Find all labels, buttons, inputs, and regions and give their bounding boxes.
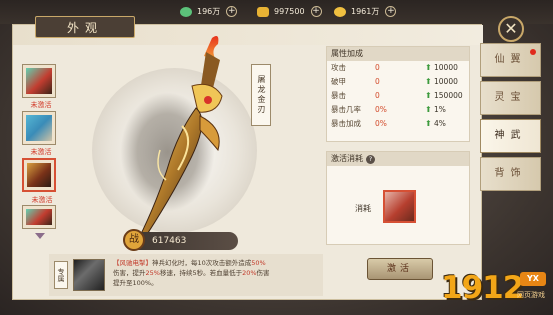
currency-gold-ingot: 997500 + [257, 4, 322, 19]
skill-text: 伤害 [256, 269, 270, 277]
skill-text: 伤害，提升 [113, 269, 146, 277]
skill-highlight: 20% [242, 269, 257, 277]
weapon-thumbnail [26, 68, 52, 94]
tab-weapon[interactable]: 神武 [480, 119, 541, 153]
attribute-row: 破甲 0 ⬆ 10000 [327, 75, 469, 89]
activation-cost-panel: 激活消耗? 消耗 [326, 151, 470, 245]
scroll-down-icon[interactable] [35, 233, 45, 239]
attr-value: 0 [375, 77, 380, 86]
currency-coin: 1961万 + [334, 4, 397, 19]
coin-icon [334, 6, 346, 17]
attr-name: 攻击 [331, 63, 346, 72]
currency-value: 1961万 [351, 7, 380, 16]
attr-name: 暴击几率 [331, 105, 361, 114]
up-arrow-icon: ⬆ [425, 119, 432, 128]
tab-label: 背饰 [494, 168, 527, 179]
attr-gain: 4% [434, 119, 446, 128]
close-icon: ✕ [504, 19, 518, 38]
attribute-header: 属性加成 [327, 47, 469, 61]
exclusive-tag: 专属 [54, 261, 68, 289]
skill-highlight: 25% [145, 269, 160, 277]
up-arrow-icon: ⬆ [425, 63, 432, 72]
attr-gain: 10000 [434, 63, 458, 72]
weapon-thumbnail [27, 163, 51, 187]
site-watermark: 1912 YX 网页游戏 [441, 270, 549, 312]
weapon-thumbnail [26, 209, 52, 225]
tab-label: 灵宝 [494, 92, 527, 103]
skill-description: 【风驰电掣】神兵幻化时，每10次攻击额外造成50% 伤害，提升25%移速，持续5… [113, 258, 319, 288]
exclusive-skill: 专属 【风驰电掣】神兵幻化时，每10次攻击额外造成50% 伤害，提升25%移速，… [49, 254, 323, 296]
attr-value: 0% [375, 105, 387, 114]
notification-dot-icon [530, 49, 536, 55]
combat-power-value: 617463 [152, 236, 187, 246]
attr-value: 0 [375, 91, 380, 100]
gold-ingot-icon [257, 6, 269, 17]
weapon-thumbnail [26, 115, 52, 141]
skill-text: 神兵幻化时，每10次攻击额外造成 [152, 259, 252, 267]
consume-label: 消耗 [355, 204, 371, 213]
help-icon[interactable]: ? [366, 155, 375, 164]
weapon-slot-selected[interactable]: 未激活 [22, 158, 56, 204]
up-arrow-icon: ⬆ [425, 91, 432, 100]
close-button[interactable]: ✕ [498, 16, 524, 42]
currency-value: 196万 [197, 7, 221, 16]
skill-highlight: 50% [251, 259, 266, 267]
jade-icon [180, 6, 192, 17]
watermark-badge: YX [520, 272, 546, 286]
attribute-row: 暴击几率 0% ⬆ 1% [327, 103, 469, 117]
attr-name: 破甲 [331, 77, 346, 86]
attr-value: 0 [375, 63, 380, 72]
skill-icon[interactable] [73, 259, 105, 291]
tab-treasure[interactable]: 灵宝 [480, 81, 541, 115]
tab-back-ornament[interactable]: 背饰 [480, 157, 541, 191]
tab-label: 仙翼 [494, 54, 527, 65]
watermark-subtitle: 网页游戏 [517, 291, 545, 299]
add-coin-button[interactable]: + [385, 6, 397, 17]
weapon-model [135, 36, 223, 248]
currency-jade: 196万 + [180, 4, 238, 19]
attr-gain: 10000 [434, 77, 458, 86]
weapon-status: 未激活 [30, 148, 52, 156]
weapon-list[interactable]: 未激活 未激活 未激活 [22, 64, 56, 242]
weapon-name: 屠龙金刃 [251, 64, 271, 126]
combat-power: 战 617463 [123, 229, 238, 251]
attr-value: 0% [375, 119, 387, 128]
activation-cost-title: 激活消耗 [331, 154, 363, 163]
material-item[interactable] [383, 190, 416, 223]
category-tabs: 仙翼 灵宝 神武 背饰 [480, 43, 541, 195]
weapon-status: 未激活 [31, 196, 53, 204]
attribute-row: 暴击 0 ⬆ 150000 [327, 89, 469, 103]
add-gold-button[interactable]: + [310, 6, 322, 17]
attr-name: 暴击加成 [331, 119, 361, 128]
add-jade-button[interactable]: + [226, 6, 238, 17]
weapon-slot[interactable] [22, 205, 56, 229]
attribute-panel: 属性加成 攻击 0 ⬆ 10000 破甲 0 ⬆ 10000 暴击 0 ⬆ 150000 暴击几率… [326, 46, 470, 142]
power-badge-icon: 战 [123, 229, 145, 251]
up-arrow-icon: ⬆ [425, 77, 432, 86]
attr-gain: 150000 [434, 91, 463, 100]
tab-label: 神武 [494, 130, 527, 141]
skill-text: 移速，持续5秒。若血量低于 [159, 269, 243, 277]
weapon-slot[interactable]: 未激活 [22, 111, 56, 156]
activate-button[interactable]: 激活 [367, 258, 433, 280]
skill-text: 提升至100%。 [113, 279, 158, 287]
skill-name: 【风驰电掣】 [113, 259, 152, 267]
up-arrow-icon: ⬆ [425, 105, 432, 114]
attr-gain: 1% [434, 105, 446, 114]
weapon-status: 未激活 [30, 101, 52, 109]
game-screen: { "currencies": [ {"icon": "jade-icon", … [0, 0, 553, 315]
weapon-slot[interactable]: 未激活 [22, 64, 56, 109]
attr-name: 暴击 [331, 91, 346, 100]
attribute-row: 暴击加成 0% ⬆ 4% [327, 117, 469, 131]
currency-value: 997500 [274, 7, 305, 16]
activation-cost-header: 激活消耗? [327, 152, 469, 166]
watermark-digits: 1912 [441, 270, 524, 306]
attribute-row: 攻击 0 ⬆ 10000 [327, 61, 469, 75]
tab-wings[interactable]: 仙翼 [480, 43, 541, 77]
